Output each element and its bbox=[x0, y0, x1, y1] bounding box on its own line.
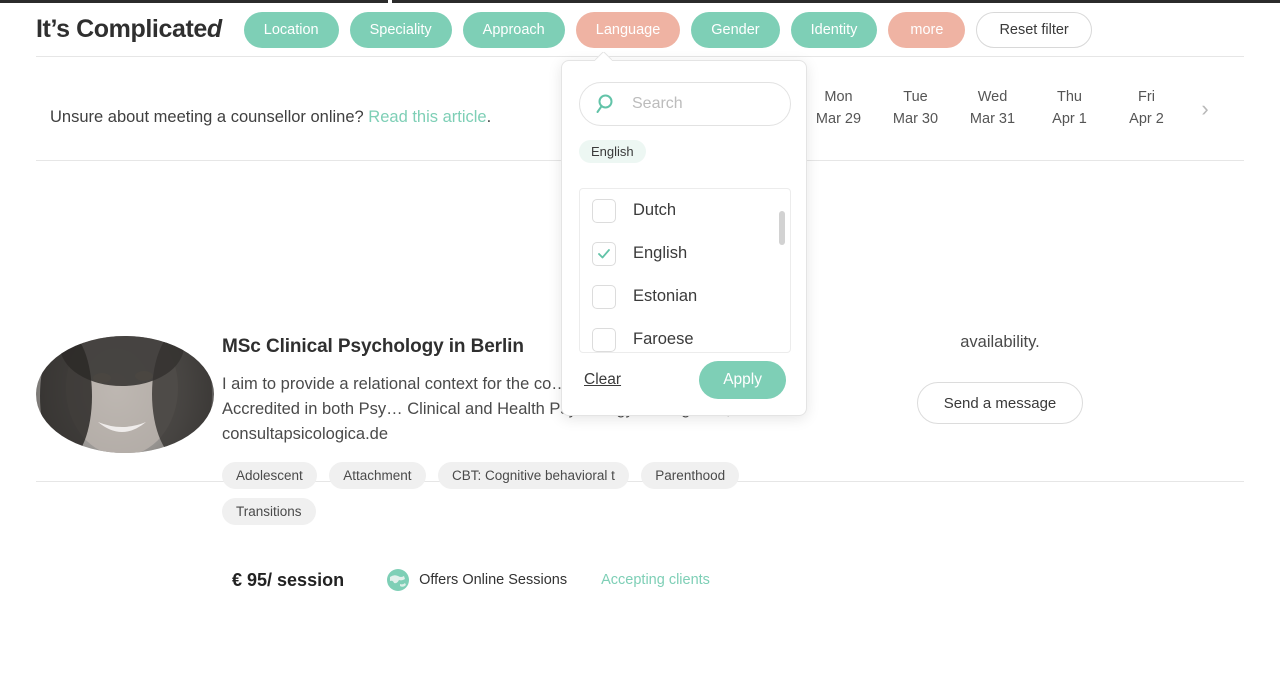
brand-logo[interactable]: It’s Complicated bbox=[36, 15, 222, 44]
filter-language[interactable]: Language bbox=[575, 11, 681, 48]
language-option-estonian[interactable]: Estonian bbox=[580, 275, 790, 318]
app-header: It’s Complicated Location Speciality App… bbox=[0, 3, 1280, 56]
filter-speciality[interactable]: Speciality bbox=[349, 11, 452, 48]
dropdown-footer: Clear Apply bbox=[562, 361, 808, 399]
counsellor-listing: Carolina Petit de Meurville Psychologisc… bbox=[0, 481, 1280, 674]
date-column-wed[interactable]: Wed Mar 31 bbox=[954, 86, 1031, 131]
language-option-dutch[interactable]: Dutch bbox=[580, 189, 790, 232]
date-column-tue[interactable]: Tue Mar 30 bbox=[877, 86, 954, 131]
date-strip: Mon Mar 29 Tue Mar 30 Wed Mar 31 Thu Apr… bbox=[800, 86, 1240, 146]
filter-gender[interactable]: Gender bbox=[691, 11, 780, 48]
filter-bar: Location Speciality Approach Language Ge… bbox=[243, 11, 1103, 48]
filter-more[interactable]: more bbox=[888, 11, 966, 48]
list-scrollbar[interactable] bbox=[779, 211, 785, 245]
filter-location[interactable]: Location bbox=[243, 11, 339, 48]
filter-approach[interactable]: Approach bbox=[462, 11, 565, 48]
dropdown-caret bbox=[595, 52, 612, 61]
date-dow: Wed bbox=[977, 89, 1008, 105]
checkbox-faroese[interactable] bbox=[592, 327, 616, 352]
apply-button[interactable]: Apply bbox=[699, 361, 786, 399]
avatar[interactable] bbox=[36, 336, 214, 453]
clear-button[interactable]: Clear bbox=[584, 371, 621, 389]
checkbox-estonian[interactable] bbox=[592, 284, 616, 309]
date-column-thu[interactable]: Thu Apr 1 bbox=[1031, 86, 1108, 131]
search-icon bbox=[596, 93, 618, 115]
send-message-button[interactable]: Send a message bbox=[916, 382, 1084, 425]
filter-identity[interactable]: Identity bbox=[790, 11, 878, 48]
date-date: Apr 2 bbox=[1129, 111, 1164, 128]
read-article-link[interactable]: Read this article bbox=[368, 108, 486, 126]
date-dow: Mon bbox=[824, 89, 853, 105]
date-date: Apr 1 bbox=[1052, 111, 1087, 128]
listing-contact-panel: availability. Send a message bbox=[790, 330, 1210, 425]
availability-message: availability. bbox=[960, 333, 1040, 351]
language-option-label: Faroese bbox=[633, 330, 694, 348]
header-divider bbox=[36, 56, 1244, 57]
reset-filter-button[interactable]: Reset filter bbox=[976, 11, 1092, 48]
date-date: Mar 31 bbox=[969, 111, 1016, 128]
chevron-right-icon[interactable]: › bbox=[1185, 86, 1225, 132]
date-date: Mar 29 bbox=[815, 111, 862, 128]
checkbox-dutch[interactable] bbox=[592, 198, 616, 223]
brand-text-accent: d bbox=[206, 15, 222, 43]
date-dow: Thu bbox=[1057, 89, 1082, 105]
language-option-label: Dutch bbox=[633, 201, 677, 219]
date-dow: Tue bbox=[903, 89, 928, 105]
language-option-english[interactable]: English bbox=[580, 232, 790, 275]
article-prompt: Unsure about meeting a counsellor online… bbox=[50, 108, 491, 127]
article-prompt-text: Unsure about meeting a counsellor online… bbox=[50, 108, 369, 126]
selected-language-chips: English bbox=[579, 140, 646, 163]
search-input[interactable] bbox=[630, 94, 780, 114]
language-filter-dropdown: English Dutch English Estonian Faroese bbox=[561, 60, 807, 416]
brand-text-main: It’s Complicate bbox=[36, 15, 207, 43]
date-dow: Fri bbox=[1138, 89, 1155, 105]
date-column-fri[interactable]: Fri Apr 2 bbox=[1108, 86, 1185, 131]
article-prompt-suffix: . bbox=[486, 108, 492, 126]
date-date: Mar 30 bbox=[892, 111, 939, 128]
language-option-label: English bbox=[633, 244, 688, 262]
language-option-faroese[interactable]: Faroese bbox=[580, 318, 790, 352]
selected-chip-english[interactable]: English bbox=[579, 140, 646, 163]
checkbox-english[interactable] bbox=[592, 241, 616, 266]
search-field-wrapper[interactable] bbox=[579, 82, 791, 126]
language-option-label: Estonian bbox=[633, 287, 698, 305]
date-column-mon[interactable]: Mon Mar 29 bbox=[800, 86, 877, 131]
language-option-list[interactable]: Dutch English Estonian Faroese bbox=[579, 188, 791, 353]
